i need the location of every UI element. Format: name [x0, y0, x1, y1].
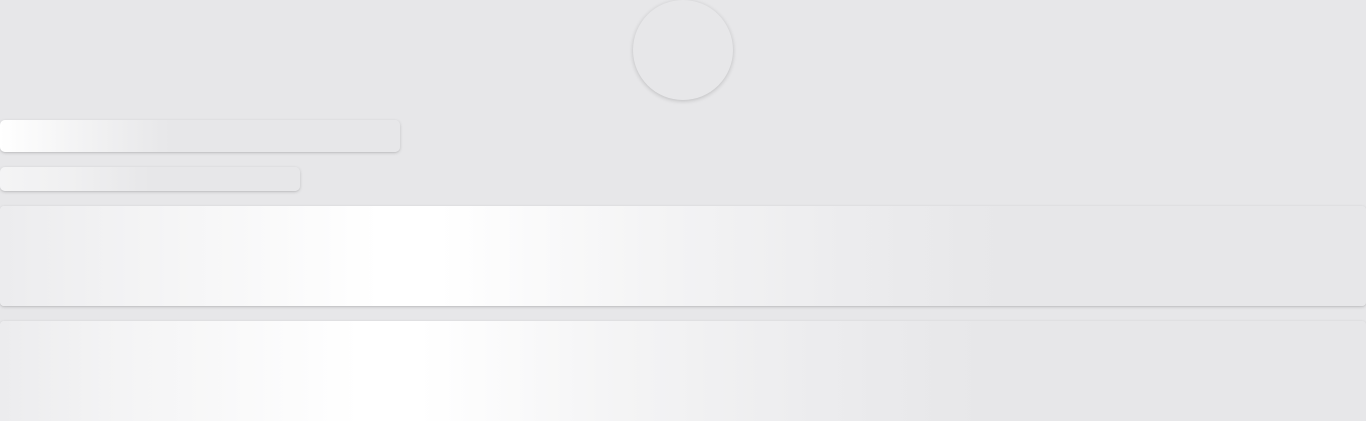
subtitle-line-placeholder [0, 167, 300, 191]
avatar-placeholder [633, 0, 733, 100]
content-block-placeholder [0, 321, 1366, 421]
loading-skeleton-page [0, 0, 1366, 421]
content-block-placeholder [0, 206, 1366, 306]
title-line-placeholder [0, 120, 400, 152]
